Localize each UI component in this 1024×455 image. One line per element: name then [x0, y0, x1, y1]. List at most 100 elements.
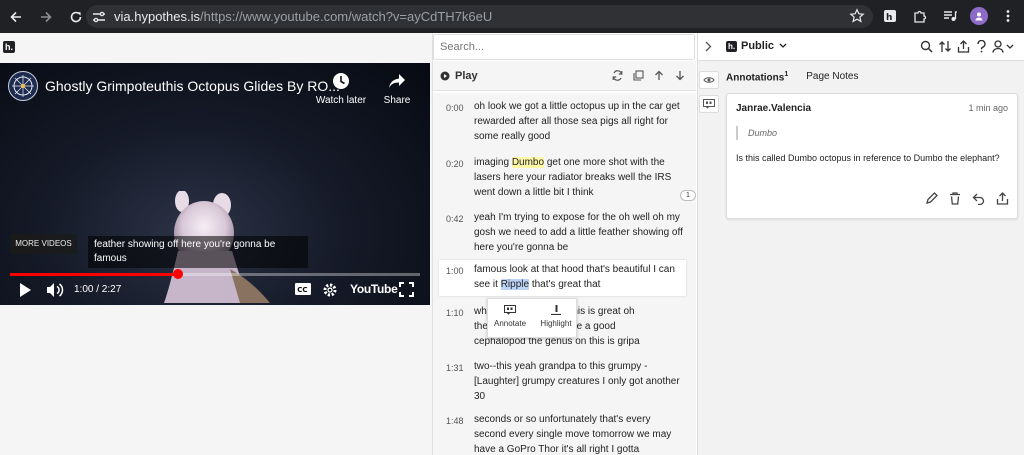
segment-timestamp[interactable]: 0:20: [446, 157, 464, 172]
annotation-body: Is this called Dumbo octopus in referenc…: [736, 153, 1000, 163]
toggle-highlights-eye-icon[interactable]: [699, 71, 719, 89]
sidebar-tabs: Annotations1 Page Notes: [726, 71, 859, 83]
watch-later-button[interactable]: Watch later: [315, 71, 367, 106]
segment-text-part: wh: [474, 306, 487, 317]
copy-icon[interactable]: [633, 70, 644, 81]
transcript-segment[interactable]: 1:48 seconds or so unfortunately that's …: [439, 412, 686, 455]
share-export-icon[interactable]: [957, 40, 970, 53]
transcript-panel: Play 0:00 oh look we got a little octopu…: [432, 33, 697, 455]
segment-timestamp[interactable]: 0:42: [446, 212, 464, 227]
search-icon[interactable]: [920, 40, 933, 53]
highlight-label: Highlight: [540, 319, 572, 328]
media-controls-icon[interactable]: [940, 6, 960, 26]
segment-timestamp[interactable]: 1:00: [446, 264, 464, 279]
address-bar[interactable]: via.hypothes.is/https://www.youtube.com/…: [86, 5, 873, 28]
transcript-list: 0:00 oh look we got a little octopus up …: [433, 93, 696, 455]
transcript-segment[interactable]: 0:42 yeah I'm trying to expose for the o…: [439, 210, 686, 260]
browser-menu-icon[interactable]: [998, 6, 1018, 26]
time-display: 1:00 / 2:27: [74, 284, 122, 295]
youtube-wordmark[interactable]: YouTube: [350, 282, 398, 296]
hypothesis-extension-icon[interactable]: h: [880, 6, 900, 26]
site-settings-icon[interactable]: [92, 11, 106, 23]
forward-arrow-icon[interactable]: [36, 7, 56, 27]
play-transcript-button[interactable]: Play: [440, 70, 478, 82]
sync-icon[interactable]: [612, 70, 623, 81]
share-label: Share: [383, 95, 411, 106]
scroll-up-arrow-icon[interactable]: [654, 70, 664, 81]
annotate-button[interactable]: Annotate: [488, 305, 532, 328]
transcript-segment[interactable]: 1:31 two--this yeah grandpa to this grum…: [439, 359, 686, 409]
user-menu-icon[interactable]: [992, 40, 1014, 53]
video-column: h. Ghostly Grimpoteuthis Octopus Glides …: [0, 33, 432, 455]
tab-annotations-label: Annotations: [726, 72, 785, 84]
extensions-area: h: [880, 6, 1018, 26]
transcript-segment-active[interactable]: 1:00 famous look at that hood that's bea…: [439, 260, 686, 296]
annotation-quote[interactable]: Dumbo: [736, 126, 777, 140]
fullscreen-icon[interactable]: [399, 282, 414, 297]
highlight-button[interactable]: Highlight: [534, 305, 578, 328]
chevron-down-icon: [779, 43, 787, 48]
video-title[interactable]: Ghostly Grimpoteuthis Octopus Glides By …: [45, 78, 340, 94]
highlighted-text[interactable]: Dumbo: [511, 157, 545, 168]
segment-text-part: seconds or so unfortunately that's every…: [474, 414, 672, 455]
hypothesis-logo: h.: [3, 41, 15, 53]
profile-avatar[interactable]: [970, 7, 988, 25]
annotation-author[interactable]: Janrae.Valencia: [736, 103, 811, 114]
progress-bar[interactable]: [10, 269, 420, 279]
video-caption: feather showing off here you're gonna be…: [88, 236, 308, 268]
reload-icon[interactable]: [66, 7, 86, 27]
help-icon[interactable]: [976, 40, 987, 53]
more-videos-button[interactable]: MORE VIDEOS: [10, 234, 77, 254]
transcript-segment[interactable]: 0:00 oh look we got a little octopus up …: [439, 99, 686, 149]
back-arrow-icon[interactable]: [6, 7, 26, 27]
segment-text: seconds or so unfortunately that's every…: [474, 412, 684, 455]
channel-logo[interactable]: [8, 71, 38, 101]
collapse-sidebar-chevron-icon[interactable]: [704, 41, 712, 52]
progress-fill: [10, 273, 179, 276]
segment-text-part: the: [474, 321, 488, 332]
segment-text: imaging Dumbo get one more shot with the…: [474, 155, 684, 200]
annotation-timestamp[interactable]: 1 min ago: [968, 103, 1008, 113]
segment-text-part: two--this yeah grandpa to this grumpy - …: [474, 361, 680, 402]
share-button[interactable]: Share: [380, 71, 414, 106]
annotation-adder-toolbar: Annotate Highlight: [487, 298, 577, 338]
reply-icon[interactable]: [972, 192, 985, 205]
captions-icon[interactable]: CC: [294, 282, 312, 296]
play-circle-icon: [440, 71, 450, 81]
youtube-player[interactable]: Ghostly Grimpoteuthis Octopus Glides By …: [0, 63, 430, 305]
sidebar-rail: [698, 61, 720, 455]
segment-text-part: imaging: [474, 157, 512, 168]
browser-toolbar: via.hypothes.is/https://www.youtube.com/…: [0, 0, 1024, 33]
segment-timestamp[interactable]: 1:31: [446, 361, 464, 376]
segment-timestamp[interactable]: 1:10: [446, 306, 464, 321]
segment-text: famous look at that hood that's beautifu…: [474, 262, 684, 292]
new-annotation-icon[interactable]: [699, 95, 719, 113]
annotation-count-bucket[interactable]: 1: [680, 190, 696, 201]
transcript-toolbar: Play: [433, 61, 696, 91]
transcript-segment[interactable]: 0:20 imaging Dumbo get one more shot wit…: [439, 155, 686, 205]
transcript-search-input[interactable]: [433, 34, 695, 60]
annotation-card[interactable]: Janrae.Valencia 1 min ago Dumbo Is this …: [726, 93, 1018, 219]
group-selector[interactable]: Public: [741, 40, 787, 52]
bookmark-star-icon[interactable]: [849, 8, 865, 24]
svg-text:CC: CC: [297, 286, 307, 294]
sidebar-topbar: h. Public: [698, 33, 1024, 61]
scroll-down-arrow-icon[interactable]: [675, 70, 685, 81]
edit-pencil-icon[interactable]: [925, 192, 938, 205]
share-annotation-icon[interactable]: [996, 192, 1009, 205]
segment-timestamp[interactable]: 1:48: [446, 414, 464, 429]
settings-gear-icon[interactable]: [322, 282, 338, 298]
delete-trash-icon[interactable]: [949, 192, 961, 205]
segment-timestamp[interactable]: 0:00: [446, 101, 464, 116]
tab-page-notes[interactable]: Page Notes: [806, 71, 858, 83]
annotate-label: Annotate: [493, 319, 527, 328]
segment-text-part: oh look we got a little octopus up in th…: [474, 101, 680, 142]
annotate-icon: [504, 305, 516, 315]
highlighter-icon: [551, 305, 561, 315]
puzzle-extensions-icon[interactable]: [910, 6, 930, 26]
sort-icon[interactable]: [938, 40, 952, 53]
selected-text[interactable]: Ripple: [500, 279, 530, 290]
tab-annotations[interactable]: Annotations1: [726, 71, 788, 83]
volume-icon[interactable]: [46, 282, 64, 298]
play-icon[interactable]: [18, 282, 32, 298]
